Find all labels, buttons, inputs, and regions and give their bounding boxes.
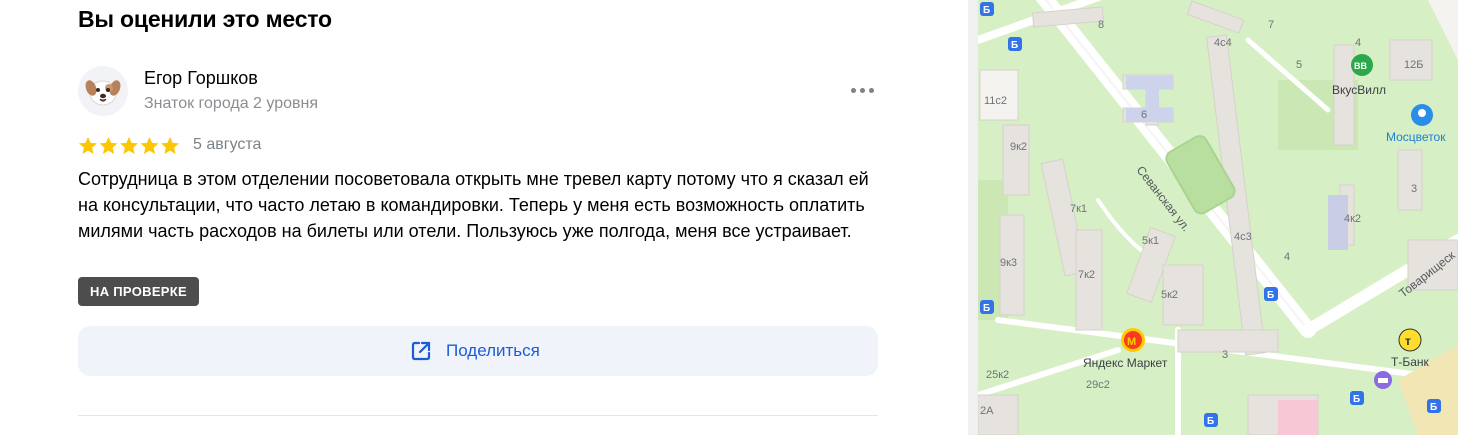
building-number: 4к2 [1344, 213, 1361, 225]
building-number: 9к3 [1000, 257, 1017, 269]
bus-stop-icon[interactable]: Б [1008, 37, 1022, 51]
svg-text:Б: Б [1207, 416, 1214, 427]
star-icon [99, 137, 118, 154]
star-icon [120, 137, 138, 154]
hotel-icon[interactable] [1374, 371, 1392, 389]
rating-stars [78, 136, 180, 156]
building-number: 4с4 [1214, 37, 1232, 49]
review-text: Сотрудница в этом отделении посоветовала… [78, 169, 869, 241]
building-number: 29с2 [1086, 379, 1110, 391]
building-number: 2А [980, 405, 994, 417]
place-label: Мосцветок [1386, 130, 1446, 144]
review-date: 5 августа [193, 136, 262, 153]
share-label: Поделиться [446, 341, 540, 360]
avatar[interactable] [78, 66, 128, 116]
building-number: 3 [1222, 349, 1228, 361]
share-button[interactable]: Поделиться [78, 326, 878, 376]
building-number: 7к2 [1078, 269, 1095, 281]
more-dots-icon [851, 88, 856, 93]
building-number: 5к2 [1161, 289, 1178, 301]
building-number: 5 [1296, 59, 1302, 71]
svg-text:Б: Б [1011, 40, 1018, 51]
building-number: 3 [1411, 183, 1417, 195]
more-options-button[interactable] [846, 78, 880, 104]
building-number: 12Б [1404, 59, 1423, 71]
author-name[interactable]: Егор Горшков [144, 68, 258, 89]
star-icon [140, 137, 159, 154]
vkusvill-icon: ВВ [1354, 61, 1367, 71]
place-label: ВкусВилл [1332, 83, 1386, 97]
svg-text:Б: Б [983, 303, 990, 314]
building-number: 8 [1098, 19, 1104, 31]
bus-stop-icon[interactable]: Б [1264, 287, 1278, 301]
map-view[interactable]: Севанская ул. Товарищеск 6 7 8 4с4 5 4 1… [978, 0, 1458, 435]
bus-stop-icon[interactable]: Б [1427, 399, 1441, 413]
star-icon [161, 137, 179, 154]
divider [78, 415, 878, 416]
svg-text:Б: Б [983, 5, 990, 16]
section-title: Вы оценили это место [78, 6, 332, 32]
building-number: 4с3 [1234, 231, 1252, 243]
dog-avatar-icon [85, 80, 121, 106]
svg-text:Б: Б [1353, 394, 1360, 405]
building-number: 9к2 [1010, 141, 1027, 153]
panel-scrollbar[interactable] [968, 0, 978, 435]
bus-stop-icon[interactable]: Б [980, 300, 994, 314]
svg-text:Б: Б [1267, 290, 1274, 301]
svg-text:Б: Б [1430, 402, 1437, 413]
review-panel: Вы оценили это место Егор Горшков Знаток… [0, 0, 968, 435]
building-number: 11с2 [984, 95, 1007, 107]
bus-stop-icon[interactable]: Б [980, 2, 994, 16]
tbank-icon: т [1405, 334, 1411, 348]
bus-stop-icon[interactable]: Б [1350, 391, 1364, 405]
share-external-icon [411, 341, 431, 361]
author-level: Знаток города 2 уровня [144, 95, 319, 112]
building-number: 6 [1141, 109, 1147, 121]
place-label: Т-Банк [1391, 355, 1430, 369]
building-number: 5к1 [1142, 235, 1159, 247]
star-icon [79, 137, 97, 154]
flower-shop-icon [1418, 109, 1426, 117]
yandex-market-icon: М [1127, 336, 1136, 348]
bus-stop-icon[interactable]: Б [1204, 413, 1218, 427]
building-number: 7 [1268, 19, 1274, 31]
building-number: 25к2 [986, 369, 1009, 381]
building-number: 4 [1355, 37, 1361, 49]
status-badge: НА ПРОВЕРКЕ [78, 277, 199, 306]
place-label: Яндекс Маркет [1083, 356, 1168, 370]
building-number: 7к1 [1070, 203, 1087, 215]
building-number: 4 [1284, 251, 1290, 263]
